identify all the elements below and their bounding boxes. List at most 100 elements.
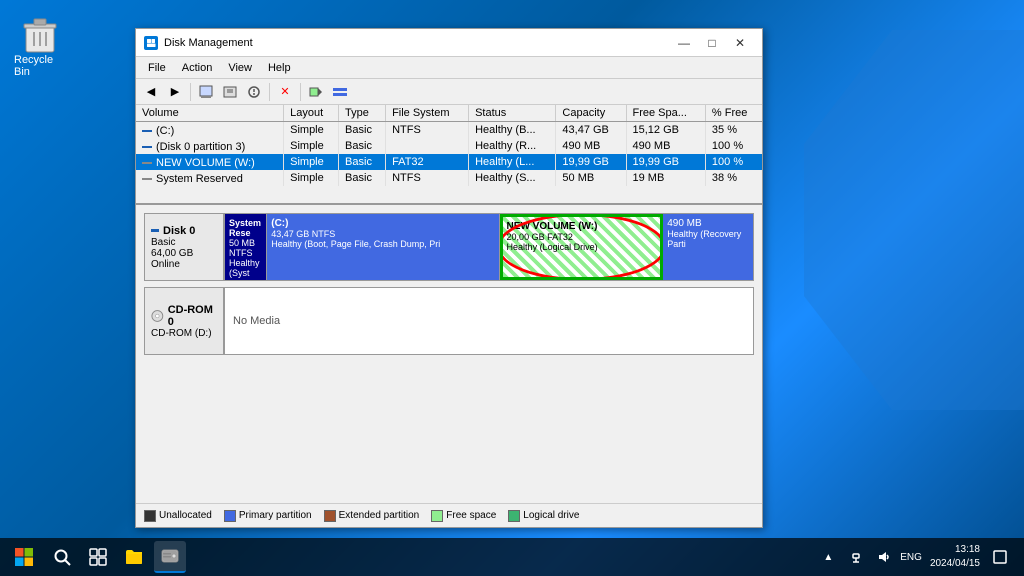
table-cell: FAT32 xyxy=(386,154,469,170)
volume-table: Volume Layout Type File System Status Ca… xyxy=(136,105,762,186)
cdrom-icon xyxy=(151,309,164,323)
table-cell: (Disk 0 partition 3) xyxy=(136,138,284,154)
col-status[interactable]: Status xyxy=(469,105,556,122)
col-capacity[interactable]: Capacity xyxy=(556,105,626,122)
partition-c-size: 43,47 GB NTFS xyxy=(271,229,494,239)
legend-logical-box xyxy=(508,510,520,522)
partition-sysres-size: 50 MB NTFS xyxy=(229,238,262,258)
tray-clock[interactable]: 13:18 2024/04/15 xyxy=(926,543,984,571)
desktop: Recycle Bin Disk Management — □ ✕ File xyxy=(0,0,1024,576)
table-row[interactable]: NEW VOLUME (W:)SimpleBasicFAT32Healthy (… xyxy=(136,154,762,170)
clock-date: 2024/04/15 xyxy=(930,557,980,571)
taskbar-explorer[interactable] xyxy=(118,541,150,573)
legend-free: Free space xyxy=(431,510,496,522)
taskbar-taskview[interactable] xyxy=(82,541,114,573)
legend-logical-label: Logical drive xyxy=(523,510,579,521)
disk0-partitions: System Rese 50 MB NTFS Healthy (Syst (C:… xyxy=(225,214,753,280)
toolbar-btn5[interactable] xyxy=(329,81,351,103)
menu-action[interactable]: Action xyxy=(174,60,221,76)
start-button[interactable] xyxy=(4,541,44,573)
menu-help[interactable]: Help xyxy=(260,60,299,76)
table-cell: 50 MB xyxy=(556,170,626,186)
table-cell: 490 MB xyxy=(626,138,705,154)
col-type[interactable]: Type xyxy=(339,105,386,122)
col-pctfree[interactable]: % Free xyxy=(705,105,762,122)
taskbar: ▲ ENG 13:18 2024/04/15 xyxy=(0,538,1024,576)
col-filesystem[interactable]: File System xyxy=(386,105,469,122)
table-cell: NTFS xyxy=(386,170,469,186)
toolbar-btn3[interactable] xyxy=(243,81,265,103)
table-row[interactable]: (C:)SimpleBasicNTFSHealthy (B...43,47 GB… xyxy=(136,122,762,139)
toolbar-btn2[interactable] xyxy=(219,81,241,103)
table-cell: 19,99 GB xyxy=(556,154,626,170)
table-row[interactable]: (Disk 0 partition 3)SimpleBasicHealthy (… xyxy=(136,138,762,154)
table-cell: 19 MB xyxy=(626,170,705,186)
table-cell: NTFS xyxy=(386,122,469,139)
table-cell: 15,12 GB xyxy=(626,122,705,139)
table-cell: Healthy (R... xyxy=(469,138,556,154)
disk0-type: Basic xyxy=(151,237,217,248)
partition-system-reserved[interactable]: System Rese 50 MB NTFS Healthy (Syst xyxy=(225,214,267,280)
cdrom0-info: CD-ROM 0 CD-ROM (D:) xyxy=(145,288,225,354)
volume-icon xyxy=(876,549,892,565)
col-volume[interactable]: Volume xyxy=(136,105,284,122)
disk-map-area: Disk 0 Basic 64,00 GB Online System Rese… xyxy=(136,205,762,503)
tray-chevron[interactable]: ▲ xyxy=(816,545,840,569)
col-layout[interactable]: Layout xyxy=(284,105,339,122)
tray-volume[interactable] xyxy=(872,545,896,569)
col-freespace[interactable]: Free Spa... xyxy=(626,105,705,122)
legend-logical: Logical drive xyxy=(508,510,579,522)
toolbar-btn4[interactable] xyxy=(305,81,327,103)
table-cell: Basic xyxy=(339,170,386,186)
disk0-size: 64,00 GB xyxy=(151,248,217,259)
legend-primary: Primary partition xyxy=(224,510,312,522)
toolbar-btn-red-x[interactable]: ✕ xyxy=(274,81,296,103)
partition-sysres-status: Healthy (Syst xyxy=(229,258,262,278)
toolbar-forward[interactable]: ▶ xyxy=(164,81,186,103)
table-cell: NEW VOLUME (W:) xyxy=(136,154,284,170)
window-icon xyxy=(144,36,158,50)
disk0-row: Disk 0 Basic 64,00 GB Online System Rese… xyxy=(144,213,754,281)
tray-network[interactable] xyxy=(844,545,868,569)
menu-bar: File Action View Help xyxy=(136,57,762,79)
toolbar-back[interactable]: ◀ xyxy=(140,81,162,103)
legend-free-box xyxy=(431,510,443,522)
table-cell: Basic xyxy=(339,122,386,139)
cdrom0-row: CD-ROM 0 CD-ROM (D:) No Media xyxy=(144,287,754,355)
taskbar-diskmgmt[interactable] xyxy=(154,541,186,573)
menu-view[interactable]: View xyxy=(220,60,260,76)
taskbar-search[interactable] xyxy=(46,541,78,573)
table-cell: Simple xyxy=(284,138,339,154)
legend-extended-box xyxy=(324,510,336,522)
table-cell: 490 MB xyxy=(556,138,626,154)
close-button[interactable]: ✕ xyxy=(726,29,754,57)
title-bar: Disk Management — □ ✕ xyxy=(136,29,762,57)
toolbar-separator-1 xyxy=(190,83,191,101)
legend-unallocated-box xyxy=(144,510,156,522)
recycle-bin-icon[interactable]: Recycle Bin xyxy=(10,10,70,82)
table-row[interactable]: System ReservedSimpleBasicNTFSHealthy (S… xyxy=(136,170,762,186)
partition-recovery[interactable]: 490 MB Healthy (Recovery Parti xyxy=(663,214,753,280)
system-tray: ▲ ENG 13:18 2024/04/15 xyxy=(808,543,1020,571)
table-cell xyxy=(386,138,469,154)
tray-notification-bell[interactable] xyxy=(988,545,1012,569)
legend-free-label: Free space xyxy=(446,510,496,521)
table-cell: 100 % xyxy=(705,154,762,170)
menu-file[interactable]: File xyxy=(140,60,174,76)
maximize-button[interactable]: □ xyxy=(698,29,726,57)
tray-lang[interactable]: ENG xyxy=(900,552,922,563)
disk0-name: Disk 0 xyxy=(163,225,195,237)
partition-w-size: 20,00 GB FAT32 xyxy=(507,232,657,242)
partition-c[interactable]: (C:) 43,47 GB NTFS Healthy (Boot, Page F… xyxy=(267,214,499,280)
toolbar-btn1[interactable] xyxy=(195,81,217,103)
disk-management-window: Disk Management — □ ✕ File Action View H… xyxy=(135,28,763,528)
minimize-button[interactable]: — xyxy=(670,29,698,57)
clock-time: 13:18 xyxy=(955,543,980,557)
content-area: Volume Layout Type File System Status Ca… xyxy=(136,105,762,527)
partition-w[interactable]: NEW VOLUME (W:) 20,00 GB FAT32 Healthy (… xyxy=(500,214,664,280)
network-icon xyxy=(848,549,864,565)
toolbar-separator-3 xyxy=(300,83,301,101)
toolbar-separator-2 xyxy=(269,83,270,101)
table-cell: Simple xyxy=(284,170,339,186)
legend-extended: Extended partition xyxy=(324,510,420,522)
